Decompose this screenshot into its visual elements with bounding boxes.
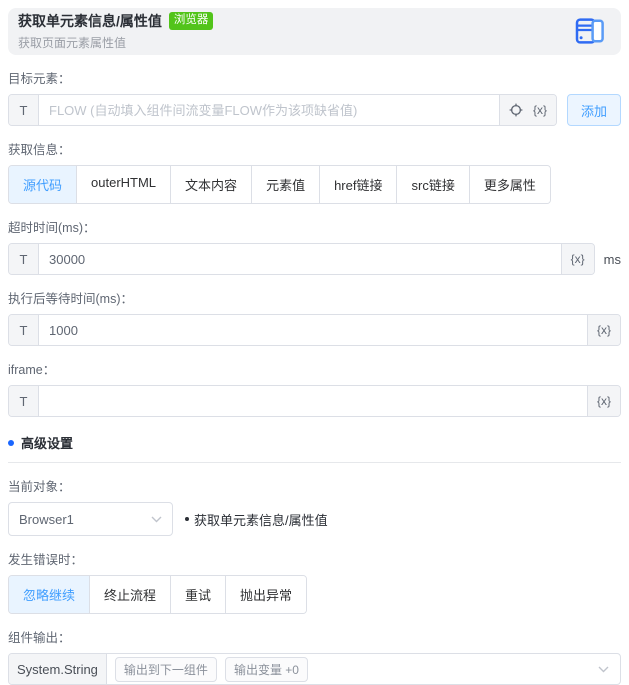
iframe-input[interactable] — [39, 386, 587, 416]
divider — [8, 462, 621, 463]
iframe-label: iframe： — [8, 363, 56, 377]
field-info-type: 获取信息： 源代码 outerHTML 文本内容 元素值 href链接 src链… — [8, 139, 621, 204]
advanced-settings-title: 高级设置 — [8, 433, 621, 452]
timeout-unit-label: ms — [603, 251, 621, 267]
current-object-note: 获取单元素信息/属性值 — [185, 510, 328, 529]
info-option-outerhtml[interactable]: outerHTML — [76, 166, 171, 203]
field-iframe: iframe： T {x} — [8, 359, 621, 417]
page-title: 获取单元素信息/属性值 — [18, 13, 162, 29]
current-object-select[interactable]: Browser1 — [8, 502, 173, 536]
text-type-prefix: T — [9, 315, 39, 345]
field-on-error: 发生错误时： 忽略继续 终止流程 重试 抛出异常 — [8, 549, 621, 614]
add-button[interactable]: 添加 — [566, 94, 621, 126]
on-error-segmented-control: 忽略继续 终止流程 重试 抛出异常 — [8, 575, 308, 614]
output-variable-chip[interactable]: 输出变量 +0 — [224, 656, 308, 682]
output-to-next-chip[interactable]: 输出到下一组件 — [114, 656, 217, 682]
iframe-suffix: {x} — [586, 386, 620, 416]
output-caret — [598, 666, 620, 673]
timeout-input-group: T {x} — [8, 243, 595, 275]
field-component-output: 组件输出： System.String 输出到下一组件 输出变量 +0 — [8, 627, 621, 685]
current-object-note-text: 获取单元素信息/属性值 — [194, 512, 328, 528]
current-object-value: Browser1 — [19, 511, 74, 527]
component-output-label: 组件输出： — [8, 631, 71, 645]
iframe-input-group: T {x} — [8, 385, 621, 417]
on-error-label: 发生错误时： — [8, 553, 84, 567]
field-timeout: 超时时间(ms)： T {x} ms — [8, 217, 621, 275]
element-picker-icon[interactable] — [509, 103, 523, 117]
page-subtitle: 获取页面元素属性值 — [18, 36, 127, 50]
browser-window-icon — [575, 17, 605, 45]
wait-after-suffix: {x} — [586, 315, 620, 345]
target-element-label: 目标元素： — [8, 72, 71, 86]
wait-after-input[interactable] — [39, 315, 587, 345]
wait-after-input-group: T {x} — [8, 314, 621, 346]
component-header: 获取单元素信息/属性值 浏览器 获取页面元素属性值 — [8, 8, 621, 55]
error-option-retry[interactable]: 重试 — [170, 576, 226, 613]
field-target-element: 目标元素： T {x} 添加 — [8, 68, 621, 126]
variable-token-icon[interactable]: {x} — [597, 394, 611, 408]
component-output-box[interactable]: System.String 输出到下一组件 输出变量 +0 — [8, 653, 621, 685]
wait-after-label: 执行后等待时间(ms)： — [8, 292, 133, 306]
info-type-segmented-control: 源代码 outerHTML 文本内容 元素值 href链接 src链接 更多属性 — [8, 165, 551, 204]
timeout-label: 超时时间(ms)： — [8, 221, 96, 235]
field-wait-after: 执行后等待时间(ms)： T {x} — [8, 288, 621, 346]
error-option-throw-exception[interactable]: 抛出异常 — [225, 576, 307, 613]
text-type-prefix: T — [9, 95, 39, 125]
advanced-settings-section: 高级设置 — [8, 433, 621, 463]
variable-token-icon[interactable]: {x} — [571, 252, 585, 266]
info-option-more-attrs[interactable]: 更多属性 — [468, 166, 550, 203]
output-type-prefix: System.String — [9, 654, 107, 684]
target-element-input-group: T {x} — [8, 94, 557, 126]
browser-badge: 浏览器 — [168, 12, 214, 30]
field-current-object: 当前对象： Browser1 获取单元素信息/属性值 — [8, 476, 621, 536]
error-option-ignore-continue[interactable]: 忽略继续 — [9, 576, 90, 613]
variable-token-icon[interactable]: {x} — [533, 103, 547, 117]
info-option-src-link[interactable]: src链接 — [396, 166, 469, 203]
info-type-label: 获取信息： — [8, 143, 71, 157]
info-option-text-content[interactable]: 文本内容 — [170, 166, 252, 203]
current-object-label: 当前对象： — [8, 480, 71, 494]
error-option-stop-flow[interactable]: 终止流程 — [89, 576, 171, 613]
info-option-href-link[interactable]: href链接 — [319, 166, 397, 203]
chevron-down-icon — [598, 666, 609, 672]
info-option-element-value[interactable]: 元素值 — [251, 166, 320, 203]
header-text: 获取单元素信息/属性值 浏览器 获取页面元素属性值 — [18, 11, 575, 51]
target-element-input[interactable] — [39, 95, 499, 125]
variable-token-icon[interactable]: {x} — [597, 323, 611, 337]
timeout-input[interactable] — [39, 244, 561, 274]
bullet-icon — [185, 517, 189, 521]
text-type-prefix: T — [9, 386, 39, 416]
blue-dot-icon — [8, 439, 14, 446]
text-type-prefix: T — [9, 244, 39, 274]
advanced-settings-title-text: 高级设置 — [21, 436, 74, 451]
timeout-suffix: {x} — [560, 244, 594, 274]
target-element-suffix: {x} — [498, 95, 556, 125]
chevron-down-icon — [151, 516, 162, 522]
info-option-source-code[interactable]: 源代码 — [9, 166, 77, 203]
